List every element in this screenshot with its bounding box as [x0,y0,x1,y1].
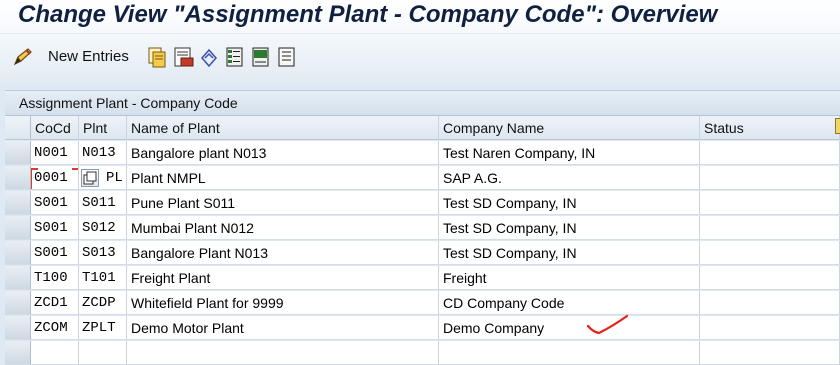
cocd-cell[interactable]: ZCOM [31,316,79,340]
cocd-cell[interactable]: S001 [31,241,79,265]
panel-header: Assignment Plant - Company Code [5,91,840,116]
column-header-cocd[interactable]: CoCd [31,116,79,140]
status-cell[interactable] [700,316,840,340]
company-name-cell[interactable]: Demo Company [439,316,700,340]
column-header-company-name[interactable]: Company Name [439,116,700,140]
status-cell[interactable] [700,266,840,290]
title-bar: Change View "Assignment Plant - Company … [0,0,840,33]
table-row[interactable]: ZCD1 ZCDP Whitefield Plant for 9999 CD C… [5,291,840,315]
plnt-cell[interactable]: S012 [79,216,127,240]
table-row[interactable]: ZCOM ZPLT Demo Motor Plant Demo Company [5,316,840,340]
cocd-cell[interactable]: S001 [31,191,79,215]
company-name-cell[interactable]: Test Naren Company, IN [439,141,700,165]
company-name-cell[interactable]: SAP A.G. [439,166,700,190]
plant-name-cell[interactable]: Mumbai Plant N012 [127,216,439,240]
table-row[interactable] [5,341,840,365]
table-row[interactable]: T100 T101 Freight Plant Freight [5,266,840,290]
plant-name-cell[interactable]: Bangalore Plant N013 [127,241,439,265]
plnt-cell[interactable]: ZPLT [79,316,127,340]
focus-marker-left [31,168,38,189]
table-row[interactable]: 0001 PL Plant NMPL SAP A.G. [5,166,840,190]
value-help-button[interactable] [81,169,99,187]
cocd-cell[interactable]: ZCD1 [31,291,79,315]
plnt-cell[interactable]: T101 [79,266,127,290]
table-row[interactable]: S001 S011 Pune Plant S011 Test SD Compan… [5,191,840,215]
column-header-status[interactable]: Status [700,116,840,140]
plant-name-cell[interactable]: Freight Plant [127,266,439,290]
plnt-cell[interactable]: N013 [79,141,127,165]
select-all-icon[interactable] [224,45,246,69]
column-settings-button[interactable] [835,118,840,134]
column-header-name-of-plant[interactable]: Name of Plant [127,116,439,140]
company-name-cell[interactable]: Freight [439,266,700,290]
row-selector[interactable] [5,316,31,340]
row-selector[interactable] [5,216,31,240]
cocd-value: 0001 [34,170,68,186]
panel-title: Assignment Plant - Company Code [19,95,238,111]
row-selector[interactable] [5,141,31,165]
plnt-cell[interactable]: S013 [79,241,127,265]
cocd-cell[interactable] [31,341,79,365]
status-cell[interactable] [700,291,840,315]
status-cell[interactable] [700,191,840,215]
edit-pencil-icon[interactable] [12,45,34,69]
plant-name-cell[interactable]: Demo Motor Plant [127,316,439,340]
undo-icon[interactable] [198,45,220,69]
company-name-cell[interactable]: CD Company Code [439,291,700,315]
row-selector[interactable] [5,241,31,265]
new-entries-button[interactable]: New Entries [48,48,129,65]
column-header-plnt[interactable]: Plnt [79,116,127,140]
plant-name-cell[interactable]: Whitefield Plant for 9999 [127,291,439,315]
plnt-cell[interactable] [79,341,127,365]
status-cell[interactable] [700,216,840,240]
plant-name-cell[interactable]: Bangalore plant N013 [127,141,439,165]
row-selector[interactable] [5,191,31,215]
company-name-cell[interactable]: Test SD Company, IN [439,241,700,265]
plnt-cell[interactable]: ZCDP [79,291,127,315]
select-block-icon[interactable] [250,45,272,69]
status-cell[interactable] [700,341,840,365]
status-cell[interactable] [700,141,840,165]
company-name-cell[interactable]: Test SD Company, IN [439,216,700,240]
row-selector[interactable] [5,291,31,315]
table-panel: Assignment Plant - Company Code CoCd Pln… [5,90,840,365]
table-header-row: CoCd Plnt Name of Plant Company Name Sta… [5,116,840,140]
plnt-cell[interactable]: S011 [79,191,127,215]
deselect-all-icon[interactable] [276,45,298,69]
status-cell[interactable] [700,166,840,190]
focus-marker-right [72,168,78,189]
table-row[interactable]: S001 S012 Mumbai Plant N012 Test SD Comp… [5,216,840,240]
cocd-cell-focused[interactable]: 0001 [31,166,79,190]
delete-icon[interactable] [172,45,194,69]
table-row[interactable]: S001 S013 Bangalore Plant N013 Test SD C… [5,241,840,265]
status-cell[interactable] [700,241,840,265]
row-selector[interactable] [5,266,31,290]
page-title: Change View "Assignment Plant - Company … [18,1,718,28]
cocd-cell[interactable]: N001 [31,141,79,165]
company-name-cell[interactable] [439,341,700,365]
row-selector[interactable] [5,341,31,365]
checkmark-annotation [586,314,629,335]
copy-icon[interactable] [146,45,168,69]
plant-name-cell[interactable]: Plant NMPL [127,166,439,190]
plant-name-cell[interactable] [127,341,439,365]
company-name-cell[interactable]: Test SD Company, IN [439,191,700,215]
row-selector[interactable] [5,166,31,190]
cocd-cell[interactable]: T100 [31,266,79,290]
plant-name-cell[interactable]: Pune Plant S011 [127,191,439,215]
application-toolbar: New Entries [0,34,840,84]
value-help-icon [83,171,97,185]
table-row[interactable]: N001 N013 Bangalore plant N013 Test Nare… [5,141,840,165]
select-all-column-button[interactable] [5,116,31,140]
cocd-cell[interactable]: S001 [31,216,79,240]
